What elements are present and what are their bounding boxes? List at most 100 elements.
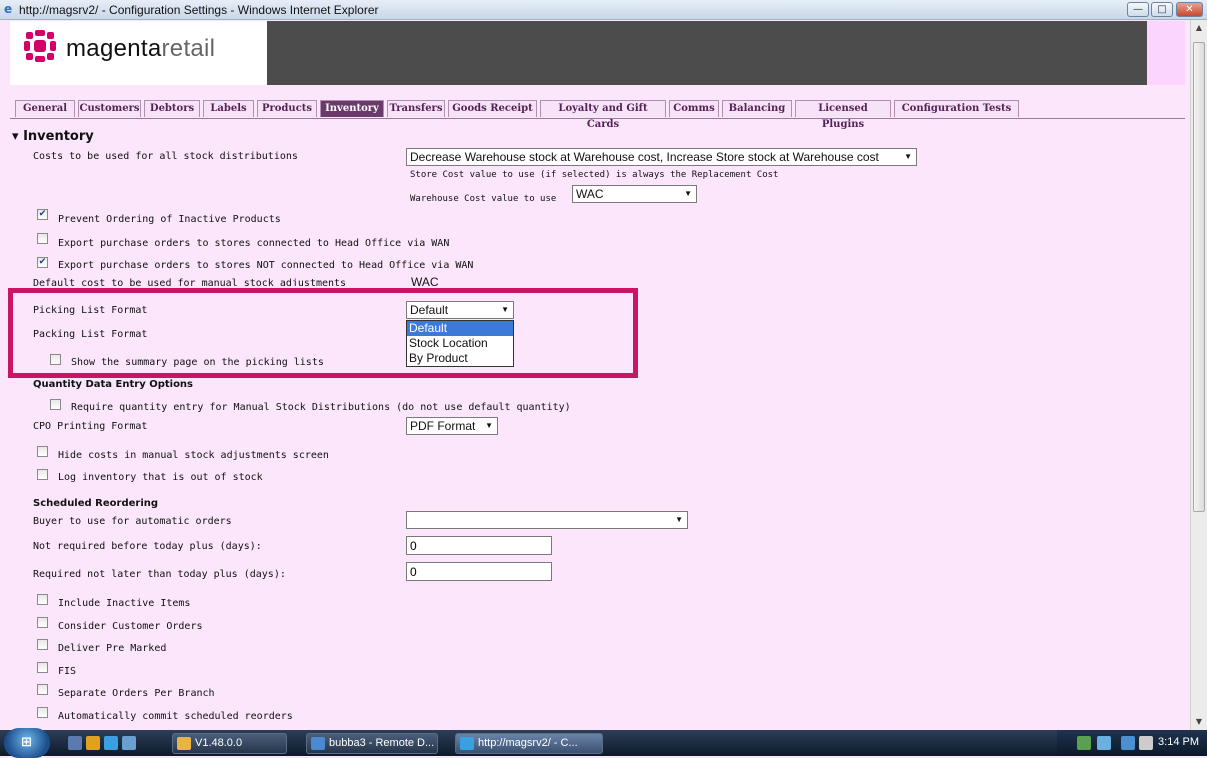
taskbar-button[interactable]: bubba3 - Remote D... xyxy=(306,733,438,754)
app-icon xyxy=(311,737,325,750)
maximize-button[interactable]: □ xyxy=(1151,2,1173,17)
reorder-option-label: Consider Customer Orders xyxy=(58,620,203,632)
display-icon[interactable] xyxy=(1121,736,1135,750)
switch-windows-icon[interactable] xyxy=(122,736,136,750)
reorder-option-label: Include Inactive Items xyxy=(58,598,191,609)
prevent-ordering-label: Prevent Ordering of Inactive Products xyxy=(58,214,281,225)
taskbar-button[interactable]: V1.48.0.0 xyxy=(172,733,287,754)
hide-costs-label: Hide costs in manual stock adjustments s… xyxy=(58,450,329,461)
app-icon xyxy=(460,737,474,750)
close-button[interactable]: ✕ xyxy=(1176,2,1203,17)
log-inventory-label: Log inventory that is out of stock xyxy=(58,472,263,483)
store-cost-note: Store Cost value to use (if selected) is… xyxy=(410,170,779,180)
scroll-up-icon[interactable]: ▲ xyxy=(1191,20,1207,36)
cpo-label: CPO Printing Format xyxy=(33,421,148,432)
clock[interactable]: 3:14 PM xyxy=(1158,736,1199,748)
tab-configuration-tests[interactable]: Configuration Tests xyxy=(894,100,1019,117)
tab-loyalty-and-gift-cards[interactable]: Loyalty and Gift Cards xyxy=(540,100,666,130)
taskbar-button[interactable]: http://magsrv2/ - C... xyxy=(455,733,603,754)
reorder-option-label: FIS xyxy=(58,665,77,677)
section-title[interactable]: ▾ Inventory xyxy=(12,129,94,144)
tab-comms[interactable]: Comms xyxy=(669,100,719,117)
tab-inventory[interactable]: Inventory xyxy=(320,100,384,117)
app-header: magentaretail xyxy=(10,21,1185,85)
reorder-option-label: Deliver Pre Marked xyxy=(58,643,167,654)
app-icon xyxy=(177,737,191,750)
tab-balancing[interactable]: Balancing xyxy=(722,100,792,117)
explorer-icon[interactable] xyxy=(86,736,100,750)
start-button[interactable]: ⊞ xyxy=(4,728,50,758)
vertical-scrollbar[interactable]: ▲ ▼ xyxy=(1190,20,1207,730)
reorder-option-checkbox[interactable] xyxy=(37,661,48,673)
export-not-wan-label: Export purchase orders to stores NOT con… xyxy=(58,260,474,271)
log-inventory-checkbox[interactable] xyxy=(37,469,48,480)
reorder-option-checkbox[interactable] xyxy=(37,706,48,718)
reorder-option-checkbox[interactable] xyxy=(37,684,48,695)
network-icon[interactable] xyxy=(1077,736,1091,750)
prevent-ordering-checkbox[interactable]: ✔ xyxy=(37,209,48,220)
taskbar-button-label: V1.48.0.0 xyxy=(195,737,243,749)
brand-logo: magentaretail xyxy=(10,21,267,85)
windows-logo-icon: ⊞ xyxy=(21,735,32,750)
ie-icon: e xyxy=(4,2,13,16)
reorder-option-label: Automatically commit scheduled reorders xyxy=(58,710,293,722)
reorder-option-checkbox[interactable] xyxy=(37,616,48,628)
windows-taskbar: ⊞ V1.48.0.0 bubba3 - Remote D... http://ma… xyxy=(0,728,1207,758)
costs-label: Costs to be used for all stock distribut… xyxy=(33,151,298,162)
default-cost-select[interactable]: WAC xyxy=(411,275,439,286)
export-wan-label: Export purchase orders to stores connect… xyxy=(58,238,450,249)
tab-transfers[interactable]: Transfers xyxy=(387,100,445,117)
tab-licensed-plugins[interactable]: Licensed Plugins xyxy=(795,100,891,130)
reorder-option-checkbox[interactable] xyxy=(37,594,48,605)
window-title: http://magsrv2/ - Configuration Settings… xyxy=(19,3,379,17)
taskbar-button-label: bubba3 - Remote D... xyxy=(329,737,435,749)
warehouse-cost-select[interactable]: WAC ▼ xyxy=(572,185,697,203)
not-before-input[interactable] xyxy=(406,536,552,555)
highlight-annotation xyxy=(8,288,638,378)
require-qty-checkbox[interactable] xyxy=(50,399,61,410)
tab-products[interactable]: Products xyxy=(257,100,317,117)
default-cost-label: Default cost to be used for manual stock… xyxy=(33,278,347,286)
chevron-down-icon: ▼ xyxy=(675,515,683,524)
system-tray: 3:14 PM xyxy=(1057,730,1207,756)
warehouse-cost-label: Warehouse Cost value to use xyxy=(410,194,557,204)
scrollbar-thumb[interactable] xyxy=(1193,42,1205,512)
reorder-option-label: Separate Orders Per Branch xyxy=(58,688,215,699)
not-later-label: Required not later than today plus (days… xyxy=(33,569,286,580)
hide-costs-checkbox[interactable] xyxy=(37,446,48,457)
tray-app-icon[interactable] xyxy=(1097,736,1111,750)
costs-select[interactable]: Decrease Warehouse stock at Warehouse co… xyxy=(406,148,917,166)
magenta-logo-icon xyxy=(23,29,57,63)
default-cost-row: Default cost to be used for manual stock… xyxy=(30,274,500,286)
chevron-down-icon: ▼ xyxy=(684,189,692,198)
export-wan-checkbox[interactable] xyxy=(37,233,48,244)
window-titlebar: e http://magsrv2/ - Configuration Settin… xyxy=(0,0,1207,20)
volume-icon[interactable] xyxy=(1139,736,1153,750)
reorder-heading: Scheduled Reordering xyxy=(33,498,159,509)
taskbar-button-label: http://magsrv2/ - C... xyxy=(478,737,578,749)
require-qty-label: Require quantity entry for Manual Stock … xyxy=(71,402,571,413)
tab-labels[interactable]: Labels xyxy=(203,100,254,117)
chevron-down-icon: ▼ xyxy=(485,421,493,430)
buyer-label: Buyer to use for automatic orders xyxy=(33,516,232,527)
reorder-option-checkbox[interactable] xyxy=(37,639,48,650)
minimize-button[interactable]: — xyxy=(1127,2,1149,17)
chevron-down-icon: ▼ xyxy=(904,152,912,161)
tab-customers[interactable]: Customers xyxy=(78,100,141,117)
export-not-wan-checkbox[interactable]: ✔ xyxy=(37,257,48,268)
show-desktop-icon[interactable] xyxy=(68,736,82,750)
not-later-input[interactable] xyxy=(406,562,552,581)
tab-debtors[interactable]: Debtors xyxy=(144,100,200,117)
header-accent xyxy=(1147,21,1185,85)
quantity-heading: Quantity Data Entry Options xyxy=(33,379,194,390)
inventory-settings: ▾ Inventory Costs to be used for all sto… xyxy=(0,120,1190,730)
brand-name: magentaretail xyxy=(66,35,216,62)
ie-quicklaunch-icon[interactable] xyxy=(104,736,118,750)
tab-general[interactable]: General xyxy=(15,100,75,117)
tab-goods-receipt[interactable]: Goods Receipt xyxy=(448,100,537,117)
settings-tabbar: General Customers Debtors Labels Products Inv… xyxy=(10,100,1185,130)
cpo-select[interactable]: PDF Format ▼ xyxy=(406,417,498,435)
scroll-down-icon[interactable]: ▼ xyxy=(1191,714,1207,730)
not-before-label: Not required before today plus (days): xyxy=(33,541,262,552)
buyer-select[interactable]: ▼ xyxy=(406,511,688,529)
